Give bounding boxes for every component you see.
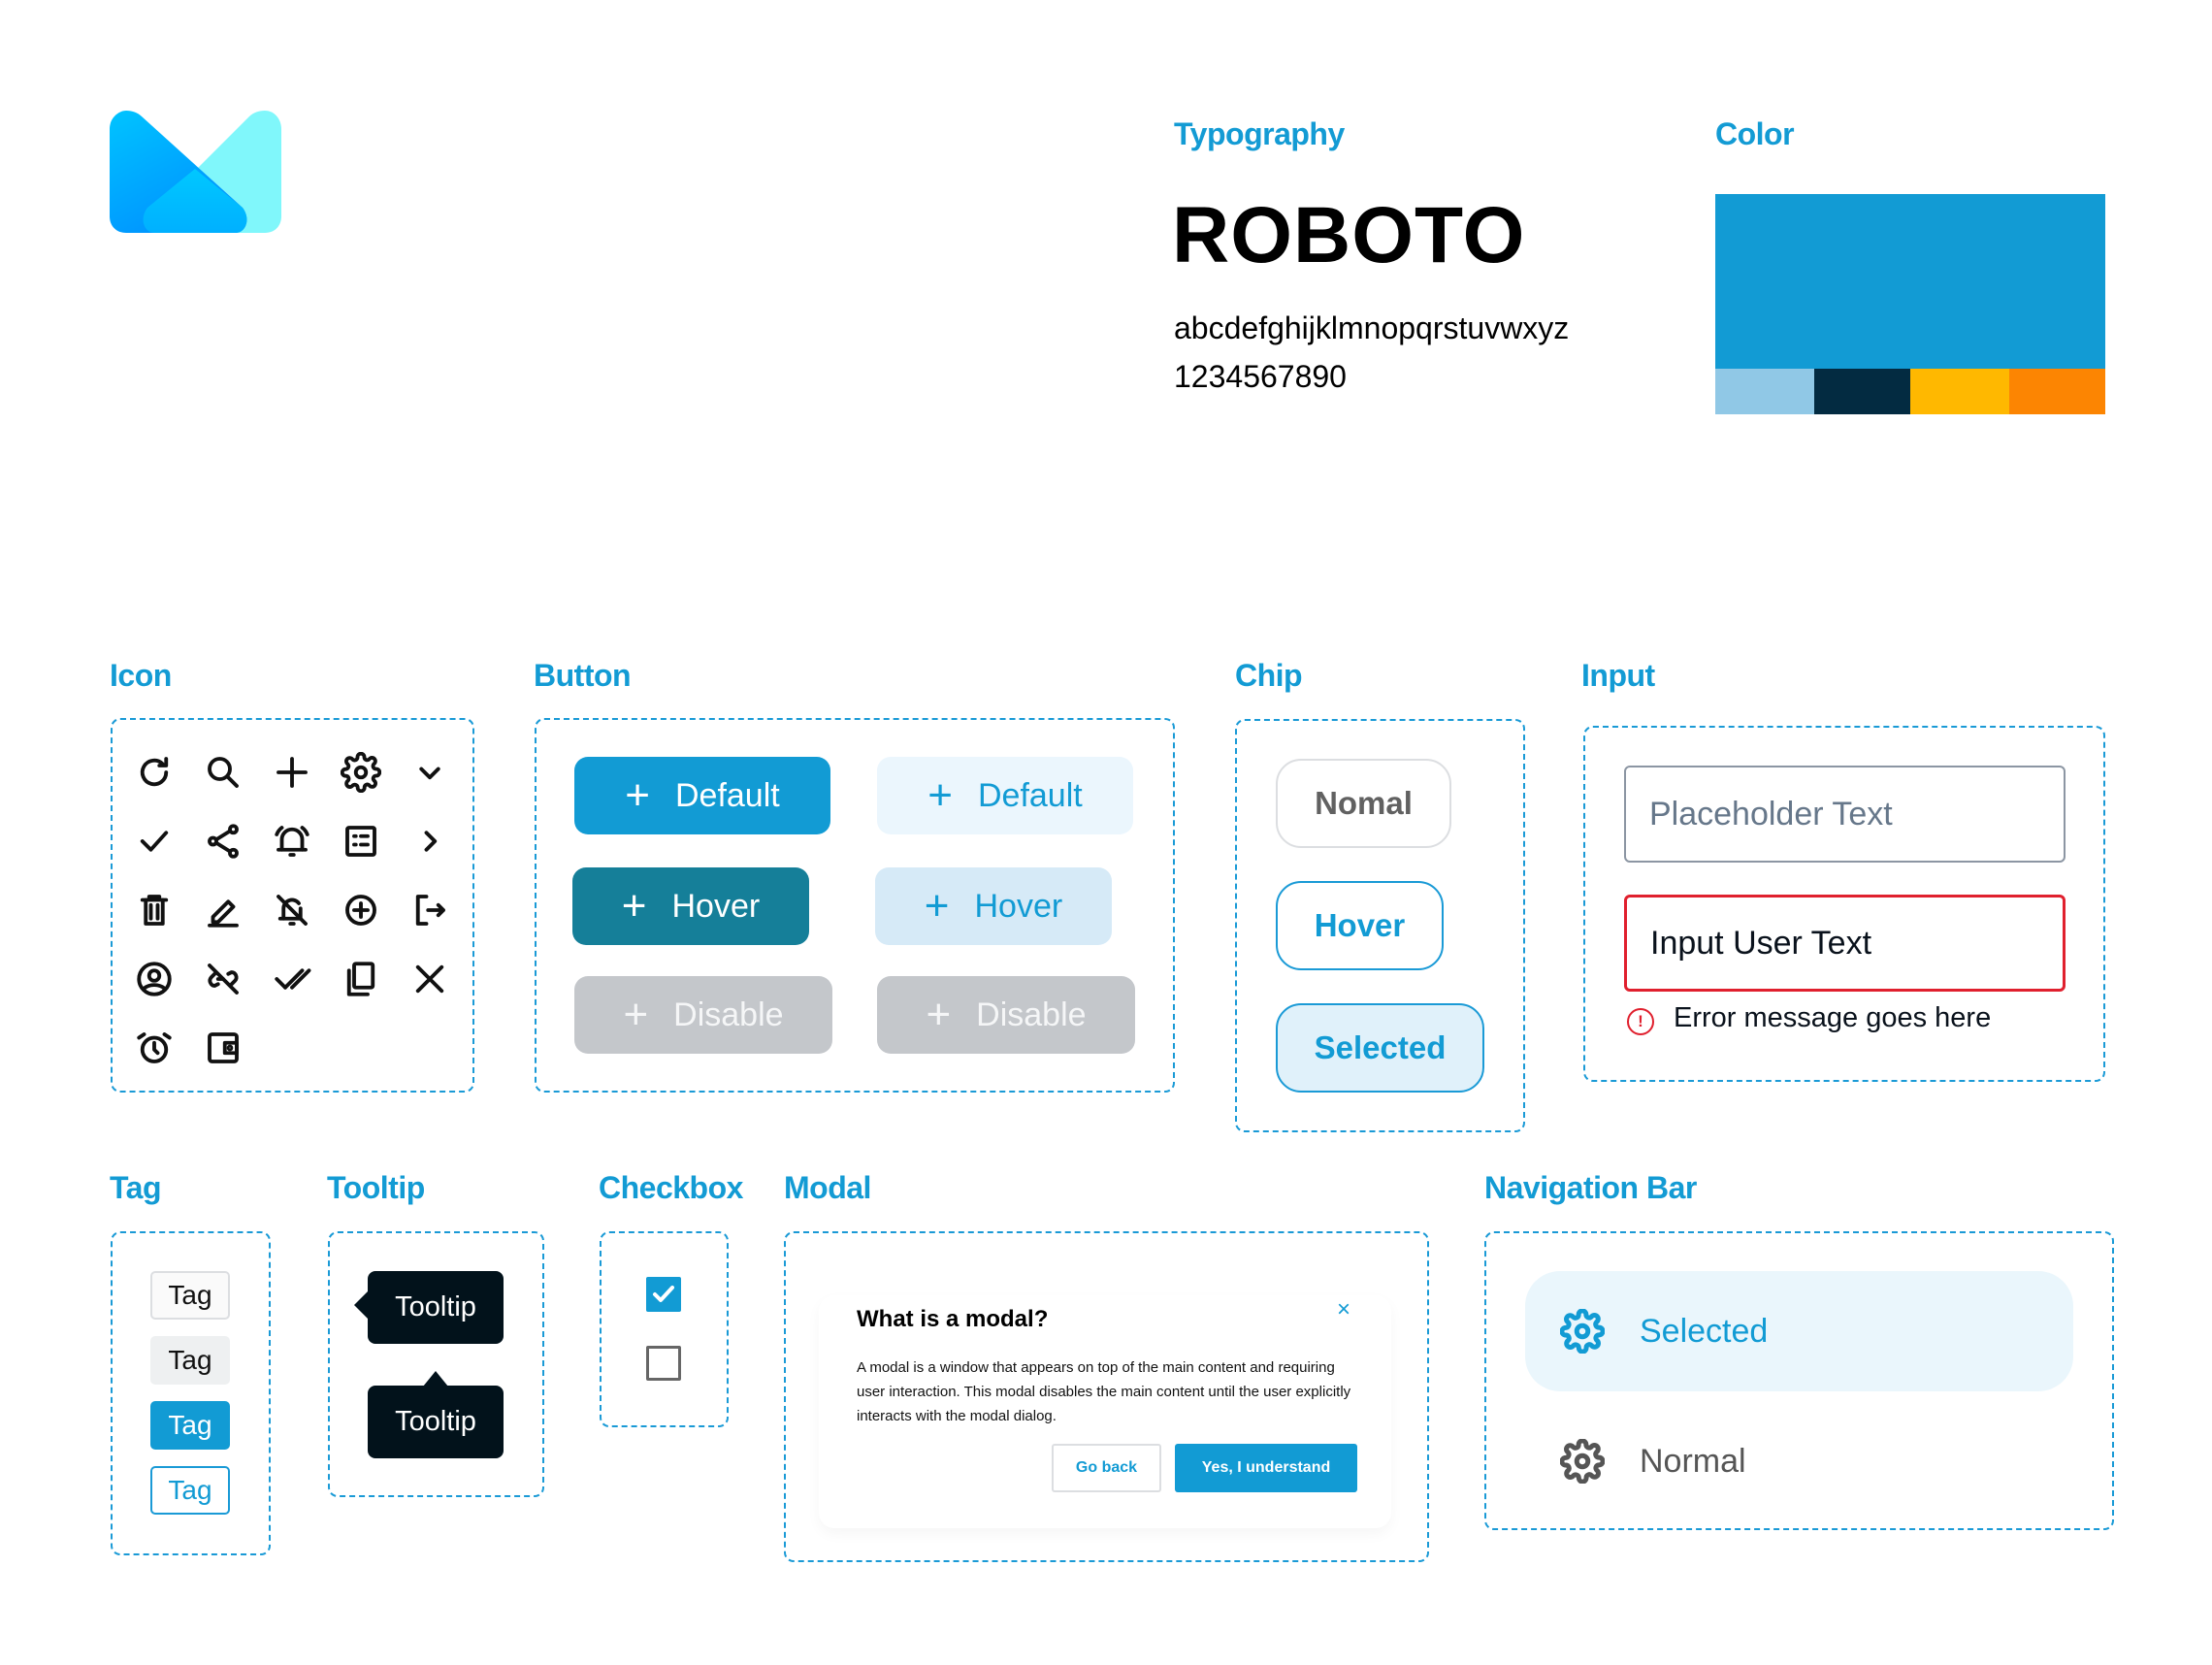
- alphabet-sample: abcdefghijklmnopqrstuvwxyz: [1174, 310, 1570, 345]
- double-check-icon: [269, 956, 315, 1002]
- nav-item-label: Normal: [1640, 1442, 1746, 1480]
- plus-icon: +: [924, 882, 950, 930]
- share-icon: [200, 818, 246, 865]
- icon-section-title: Icon: [110, 658, 172, 693]
- tag-outlined-gray[interactable]: Tag: [150, 1271, 230, 1320]
- link-off-icon: [200, 956, 246, 1002]
- secondary-disabled-button[interactable]: + Disable: [877, 976, 1135, 1054]
- tag-section-title: Tag: [110, 1170, 162, 1205]
- tag-outlined-blue[interactable]: Tag: [150, 1466, 230, 1515]
- nav-section-title: Navigation Bar: [1484, 1170, 1697, 1205]
- tooltip-right: Tooltip: [368, 1271, 504, 1344]
- plus-icon: +: [926, 991, 952, 1038]
- bell-ringing-icon: [269, 818, 315, 865]
- plus-icon: +: [625, 771, 650, 819]
- trash-icon: [131, 887, 178, 933]
- tooltip-section-title: Tooltip: [327, 1170, 425, 1205]
- gear-icon: [1560, 1439, 1605, 1484]
- plus-icon: +: [621, 882, 647, 930]
- button-label: Disable: [976, 996, 1087, 1033]
- modal-section-title: Modal: [784, 1170, 871, 1205]
- tooltip-arrow-up: [423, 1371, 448, 1387]
- wallet-icon: [200, 1025, 246, 1071]
- chip-selected[interactable]: Selected: [1276, 1003, 1484, 1093]
- placeholder-input[interactable]: Placeholder Text: [1624, 766, 2066, 863]
- font-name: ROBOTO: [1172, 191, 1526, 279]
- bell-off-icon: [269, 887, 315, 933]
- digits-sample: 1234567890: [1174, 359, 1347, 394]
- modal-heading: What is a modal?: [857, 1306, 1049, 1332]
- refresh-icon: [131, 749, 178, 796]
- gear-icon: [1560, 1309, 1605, 1354]
- error-input[interactable]: Input User Text: [1624, 895, 2066, 992]
- list-detail-icon: [338, 818, 384, 865]
- brand-logo: [110, 111, 281, 233]
- close-icon[interactable]: ×: [1337, 1296, 1350, 1323]
- go-back-button[interactable]: Go back: [1052, 1444, 1161, 1492]
- primary-default-button[interactable]: + Default: [574, 757, 830, 834]
- chevron-down-icon: [407, 749, 453, 796]
- chip-hover[interactable]: Hover: [1276, 881, 1444, 970]
- check-icon: [131, 818, 178, 865]
- check-icon: [653, 1286, 674, 1302]
- tooltip-arrow-left: [354, 1290, 369, 1320]
- color-title: Color: [1715, 116, 1795, 151]
- button-label: Default: [977, 776, 1083, 814]
- nav-item-label: Selected: [1640, 1312, 1769, 1350]
- search-icon: [200, 749, 246, 796]
- checkbox-checked[interactable]: [646, 1277, 681, 1312]
- logout-icon: [407, 887, 453, 933]
- primary-hover-button[interactable]: + Hover: [572, 867, 809, 945]
- checkbox-unchecked[interactable]: [646, 1346, 681, 1381]
- color-swatch: [1715, 369, 1814, 414]
- plus-circle-icon: [338, 887, 384, 933]
- typography-title: Typography: [1174, 116, 1345, 151]
- input-section-title: Input: [1581, 658, 1655, 693]
- secondary-default-button[interactable]: + Default: [877, 757, 1133, 834]
- button-label: Hover: [974, 887, 1063, 925]
- button-label: Hover: [671, 887, 761, 925]
- plus-icon: +: [623, 991, 649, 1038]
- checkbox-panel: [600, 1231, 729, 1427]
- nav-item-selected[interactable]: Selected: [1525, 1271, 2073, 1391]
- button-section-title: Button: [534, 658, 632, 693]
- chip-normal[interactable]: Nomal: [1276, 759, 1451, 848]
- alarm-icon: [131, 1025, 178, 1071]
- chevron-right-icon: [407, 818, 453, 865]
- button-label: Default: [674, 776, 780, 814]
- color-swatch: [1910, 369, 2009, 414]
- tooltip-bottom: Tooltip: [368, 1386, 504, 1458]
- chip-section-title: Chip: [1235, 658, 1303, 693]
- copy-icon: [338, 956, 384, 1002]
- tag-filled-gray[interactable]: Tag: [150, 1336, 230, 1385]
- secondary-hover-button[interactable]: + Hover: [875, 867, 1112, 945]
- close-icon: [407, 956, 453, 1002]
- checkbox-section-title: Checkbox: [599, 1170, 743, 1205]
- primary-disabled-button[interactable]: + Disable: [574, 976, 832, 1054]
- modal-body-text: A modal is a window that appears on top …: [857, 1359, 1351, 1424]
- m-logo-icon: [110, 111, 281, 233]
- confirm-button[interactable]: Yes, I understand: [1175, 1444, 1357, 1492]
- gear-icon: [338, 749, 384, 796]
- color-swatch: [1814, 369, 1910, 414]
- nav-item-normal[interactable]: Normal: [1525, 1401, 2073, 1521]
- primary-color-swatch: [1715, 194, 2105, 369]
- button-label: Disable: [673, 996, 784, 1033]
- error-message: Error message goes here: [1674, 1002, 1992, 1033]
- tag-filled-blue[interactable]: Tag: [150, 1401, 230, 1450]
- account-circle-icon: [131, 956, 178, 1002]
- plus-icon: [269, 749, 315, 796]
- plus-icon: +: [927, 771, 953, 819]
- error-icon: !: [1627, 1008, 1654, 1035]
- edit-icon: [200, 887, 246, 933]
- color-swatch: [2009, 369, 2105, 414]
